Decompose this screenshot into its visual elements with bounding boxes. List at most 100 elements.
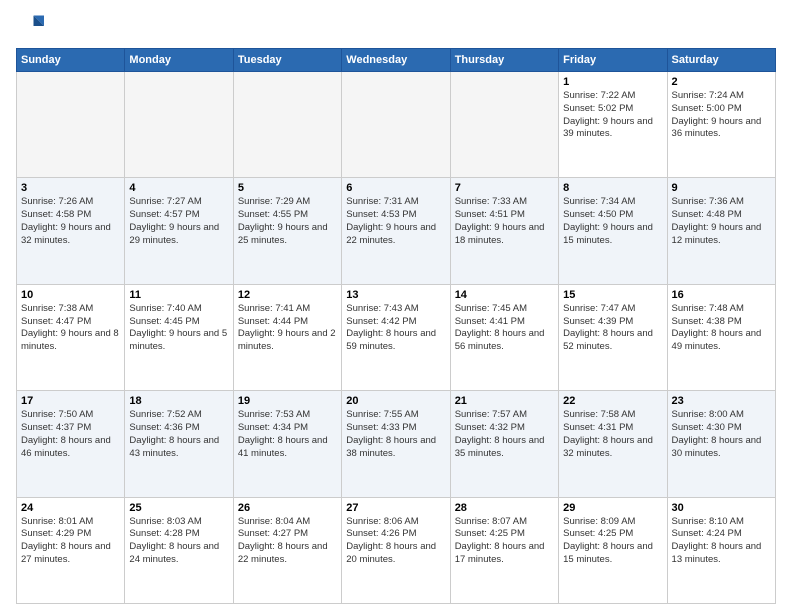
calendar-week-row: 1Sunrise: 7:22 AM Sunset: 5:02 PM Daylig… [17, 72, 776, 178]
calendar-cell: 27 Sunrise: 8:06 AM Sunset: 4:26 PM Dayli… [342, 497, 450, 603]
day-info: Sunrise: 7:24 AM Sunset: 5:00 PM Dayligh… [672, 90, 771, 141]
day-info: Sunrise: 7:29 AM Sunset: 4:55 PM Dayligh… [238, 196, 337, 247]
day-number: 6 [346, 182, 445, 194]
day-info: Sunrise: 8:01 AM Sunset: 4:29 PM Dayligh… [21, 516, 120, 567]
day-info: Sunrise: 8:03 AM Sunset: 4:28 PM Dayligh… [129, 516, 228, 567]
day-info: Sunrise: 8:07 AM Sunset: 4:25 PM Dayligh… [455, 516, 554, 567]
calendar-week-row: 10 Sunrise: 7:38 AM Sunset: 4:47 PM Dayli… [17, 284, 776, 390]
calendar-header-tuesday: Tuesday [233, 49, 341, 72]
calendar-cell [125, 72, 233, 178]
day-number: 20 [346, 395, 445, 407]
calendar-week-row: 17 Sunrise: 7:50 AM Sunset: 4:37 PM Dayli… [17, 391, 776, 497]
day-info: Sunrise: 8:09 AM Sunset: 4:25 PM Dayligh… [563, 516, 662, 567]
day-number: 29 [563, 502, 662, 514]
day-info: Sunrise: 7:38 AM Sunset: 4:47 PM Dayligh… [21, 303, 120, 354]
calendar-cell: 5Sunrise: 7:29 AM Sunset: 4:55 PM Daylig… [233, 178, 341, 284]
day-number: 26 [238, 502, 337, 514]
calendar-cell [342, 72, 450, 178]
day-info: Sunrise: 7:43 AM Sunset: 4:42 PM Dayligh… [346, 303, 445, 354]
calendar-cell [17, 72, 125, 178]
day-info: Sunrise: 7:41 AM Sunset: 4:44 PM Dayligh… [238, 303, 337, 354]
calendar-cell: 30Sunrise: 8:10 AM Sunset: 4:24 PM Dayli… [667, 497, 775, 603]
calendar-cell: 3 Sunrise: 7:26 AM Sunset: 4:58 PM Daylig… [17, 178, 125, 284]
calendar-header-monday: Monday [125, 49, 233, 72]
calendar-cell: 20 Sunrise: 7:55 AM Sunset: 4:33 PM Dayli… [342, 391, 450, 497]
day-info: Sunrise: 7:53 AM Sunset: 4:34 PM Dayligh… [238, 409, 337, 460]
day-number: 2 [672, 76, 771, 88]
day-number: 7 [455, 182, 554, 194]
day-number: 14 [455, 289, 554, 301]
header [16, 12, 776, 40]
day-info: Sunrise: 8:06 AM Sunset: 4:26 PM Dayligh… [346, 516, 445, 567]
day-number: 15 [563, 289, 662, 301]
day-info: Sunrise: 7:50 AM Sunset: 4:37 PM Dayligh… [21, 409, 120, 460]
calendar-cell: 17 Sunrise: 7:50 AM Sunset: 4:37 PM Dayli… [17, 391, 125, 497]
calendar-header-thursday: Thursday [450, 49, 558, 72]
calendar-cell: 18 Sunrise: 7:52 AM Sunset: 4:36 PM Dayli… [125, 391, 233, 497]
calendar-cell: 21Sunrise: 7:57 AM Sunset: 4:32 PM Dayli… [450, 391, 558, 497]
calendar-cell: 24 Sunrise: 8:01 AM Sunset: 4:29 PM Dayli… [17, 497, 125, 603]
calendar-cell [233, 72, 341, 178]
day-number: 12 [238, 289, 337, 301]
day-info: Sunrise: 7:52 AM Sunset: 4:36 PM Dayligh… [129, 409, 228, 460]
day-info: Sunrise: 7:40 AM Sunset: 4:45 PM Dayligh… [129, 303, 228, 354]
day-info: Sunrise: 7:55 AM Sunset: 4:33 PM Dayligh… [346, 409, 445, 460]
day-number: 17 [21, 395, 120, 407]
day-number: 4 [129, 182, 228, 194]
day-info: Sunrise: 7:45 AM Sunset: 4:41 PM Dayligh… [455, 303, 554, 354]
day-number: 9 [672, 182, 771, 194]
calendar-header-wednesday: Wednesday [342, 49, 450, 72]
day-number: 25 [129, 502, 228, 514]
day-info: Sunrise: 7:47 AM Sunset: 4:39 PM Dayligh… [563, 303, 662, 354]
calendar-cell: 29 Sunrise: 8:09 AM Sunset: 4:25 PM Dayli… [559, 497, 667, 603]
day-number: 27 [346, 502, 445, 514]
calendar-cell [450, 72, 558, 178]
page: SundayMondayTuesdayWednesdayThursdayFrid… [0, 0, 792, 612]
calendar-cell: 28Sunrise: 8:07 AM Sunset: 4:25 PM Dayli… [450, 497, 558, 603]
calendar-table: SundayMondayTuesdayWednesdayThursdayFrid… [16, 48, 776, 604]
calendar-cell: 10 Sunrise: 7:38 AM Sunset: 4:47 PM Dayli… [17, 284, 125, 390]
day-info: Sunrise: 8:00 AM Sunset: 4:30 PM Dayligh… [672, 409, 771, 460]
calendar-cell: 26 Sunrise: 8:04 AM Sunset: 4:27 PM Dayli… [233, 497, 341, 603]
calendar-cell: 1Sunrise: 7:22 AM Sunset: 5:02 PM Daylig… [559, 72, 667, 178]
calendar-cell: 25 Sunrise: 8:03 AM Sunset: 4:28 PM Dayli… [125, 497, 233, 603]
calendar-cell: 19 Sunrise: 7:53 AM Sunset: 4:34 PM Dayli… [233, 391, 341, 497]
calendar-cell: 9 Sunrise: 7:36 AM Sunset: 4:48 PM Daylig… [667, 178, 775, 284]
calendar-cell: 4 Sunrise: 7:27 AM Sunset: 4:57 PM Daylig… [125, 178, 233, 284]
calendar-cell: 7Sunrise: 7:33 AM Sunset: 4:51 PM Daylig… [450, 178, 558, 284]
calendar-header-saturday: Saturday [667, 49, 775, 72]
day-info: Sunrise: 7:36 AM Sunset: 4:48 PM Dayligh… [672, 196, 771, 247]
day-info: Sunrise: 7:48 AM Sunset: 4:38 PM Dayligh… [672, 303, 771, 354]
day-number: 10 [21, 289, 120, 301]
day-info: Sunrise: 8:04 AM Sunset: 4:27 PM Dayligh… [238, 516, 337, 567]
day-number: 1 [563, 76, 662, 88]
day-number: 24 [21, 502, 120, 514]
day-number: 22 [563, 395, 662, 407]
calendar-week-row: 3 Sunrise: 7:26 AM Sunset: 4:58 PM Daylig… [17, 178, 776, 284]
day-number: 11 [129, 289, 228, 301]
day-number: 19 [238, 395, 337, 407]
calendar-cell: 6 Sunrise: 7:31 AM Sunset: 4:53 PM Daylig… [342, 178, 450, 284]
day-info: Sunrise: 7:27 AM Sunset: 4:57 PM Dayligh… [129, 196, 228, 247]
calendar-cell: 13 Sunrise: 7:43 AM Sunset: 4:42 PM Dayli… [342, 284, 450, 390]
day-number: 8 [563, 182, 662, 194]
calendar-header-sunday: Sunday [17, 49, 125, 72]
day-number: 3 [21, 182, 120, 194]
logo-icon [16, 12, 44, 40]
calendar-cell: 2 Sunrise: 7:24 AM Sunset: 5:00 PM Daylig… [667, 72, 775, 178]
calendar-cell: 12 Sunrise: 7:41 AM Sunset: 4:44 PM Dayli… [233, 284, 341, 390]
calendar-header-row: SundayMondayTuesdayWednesdayThursdayFrid… [17, 49, 776, 72]
day-info: Sunrise: 7:58 AM Sunset: 4:31 PM Dayligh… [563, 409, 662, 460]
day-info: Sunrise: 7:31 AM Sunset: 4:53 PM Dayligh… [346, 196, 445, 247]
day-number: 23 [672, 395, 771, 407]
day-info: Sunrise: 7:57 AM Sunset: 4:32 PM Dayligh… [455, 409, 554, 460]
calendar-cell: 15 Sunrise: 7:47 AM Sunset: 4:39 PM Dayli… [559, 284, 667, 390]
day-number: 18 [129, 395, 228, 407]
calendar-week-row: 24 Sunrise: 8:01 AM Sunset: 4:29 PM Dayli… [17, 497, 776, 603]
day-info: Sunrise: 7:26 AM Sunset: 4:58 PM Dayligh… [21, 196, 120, 247]
day-info: Sunrise: 8:10 AM Sunset: 4:24 PM Dayligh… [672, 516, 771, 567]
day-number: 13 [346, 289, 445, 301]
calendar-cell: 14 Sunrise: 7:45 AM Sunset: 4:41 PM Dayli… [450, 284, 558, 390]
calendar-cell: 11 Sunrise: 7:40 AM Sunset: 4:45 PM Dayli… [125, 284, 233, 390]
calendar-cell: 22 Sunrise: 7:58 AM Sunset: 4:31 PM Dayli… [559, 391, 667, 497]
